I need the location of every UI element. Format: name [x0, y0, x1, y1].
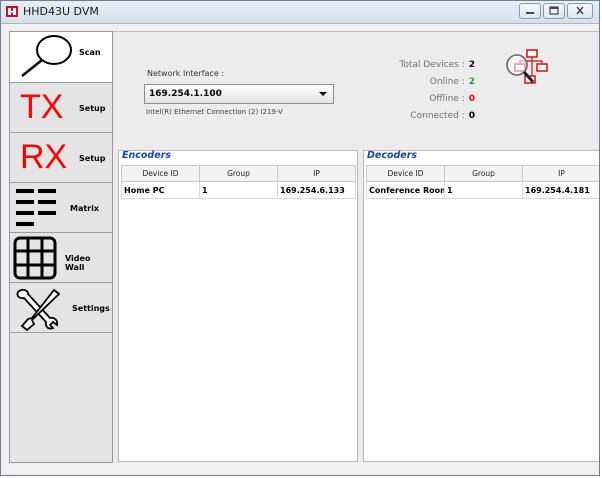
encoders-panel: Encoders Device ID Group IP Home PC 1 16…	[118, 150, 358, 462]
column-header-device-id[interactable]: Device ID	[366, 165, 445, 182]
title-bar: HHD43U DVM	[1, 1, 599, 24]
cell-group: 1	[444, 181, 523, 199]
table-header-row: Device ID Group IP	[366, 165, 599, 182]
video-wall-grid-icon	[13, 236, 57, 280]
cell-ip: 169.254.6.133	[277, 181, 356, 199]
sidebar-item-label: Setup	[79, 104, 106, 113]
decoders-panel: Decoders Device ID Group IP Conference R…	[363, 150, 599, 462]
sidebar-item-matrix[interactable]: Matrix	[10, 183, 112, 233]
column-header-ip[interactable]: IP	[522, 165, 599, 182]
network-interface-label: Network Interface :	[147, 69, 224, 78]
sidebar-item-label: Video Wall	[65, 254, 91, 272]
window-controls	[519, 3, 593, 19]
maximize-icon	[549, 6, 559, 15]
cell-group: 1	[199, 181, 278, 199]
total-devices: Total Devices :2	[399, 60, 475, 70]
decoders-title: Decoders	[367, 150, 418, 161]
sidebar-item-tx-setup[interactable]: TX Setup	[10, 83, 112, 133]
status-bar	[1, 463, 599, 475]
sidebar-item-scan[interactable]: Scan	[10, 32, 112, 83]
sidebar-item-label: Setup	[79, 154, 106, 163]
online-label: Online :	[429, 77, 465, 87]
encoders-title: Encoders	[122, 150, 171, 161]
connected-value: 0	[468, 111, 475, 121]
encoders-table: Device ID Group IP Home PC 1 169.254.6.1…	[121, 165, 356, 199]
sidebar-item-label: Matrix	[70, 204, 100, 213]
table-header-row: Device ID Group IP	[121, 165, 356, 182]
offline-value: 0	[468, 94, 475, 104]
table-row[interactable]: Conference Room 1 169.254.4.181	[366, 181, 599, 199]
minimize-icon	[526, 12, 534, 14]
network-interface-select[interactable]: 169.254.1.100	[144, 84, 334, 104]
connected-devices: Connected :0	[410, 111, 475, 121]
cell-device-id: Conference Room	[366, 181, 445, 199]
chevron-down-icon	[319, 92, 327, 96]
tx-icon: TX	[20, 88, 64, 126]
connected-label: Connected :	[410, 111, 465, 121]
magnifier-icon	[21, 35, 72, 77]
offline-devices: Offline :0	[429, 94, 475, 104]
minimize-button[interactable]	[519, 3, 541, 19]
table-row[interactable]: Home PC 1 169.254.6.133	[121, 181, 356, 199]
sidebar-item-rx-setup[interactable]: RX Setup	[10, 133, 112, 183]
app-window: HHD43U DVM Scan TX Setup RX Setup Matrix…	[0, 0, 600, 476]
column-header-group[interactable]: Group	[444, 165, 523, 182]
sidebar: Scan TX Setup RX Setup Matrix Video Wall…	[9, 31, 113, 463]
main-content: Network Interface : 169.254.1.100 Intel(…	[113, 31, 599, 463]
total-devices-label: Total Devices :	[399, 60, 465, 70]
column-header-device-id[interactable]: Device ID	[121, 165, 200, 182]
total-devices-value: 2	[468, 60, 475, 70]
column-header-ip[interactable]: IP	[277, 165, 356, 182]
cell-device-id: Home PC	[121, 181, 200, 199]
close-button[interactable]	[567, 3, 593, 19]
maximize-button[interactable]	[543, 3, 565, 19]
rx-icon: RX	[20, 138, 68, 176]
matrix-lines-icon	[16, 189, 56, 226]
network-interface-value: 169.254.1.100	[149, 89, 222, 99]
sidebar-item-settings[interactable]: Settings	[10, 283, 112, 333]
sidebar-item-label: Scan	[79, 48, 101, 57]
window-title: HHD43U DVM	[23, 5, 99, 18]
cell-ip: 169.254.4.181	[522, 181, 599, 199]
offline-label: Offline :	[429, 94, 465, 104]
sidebar-item-label: Settings	[72, 304, 110, 313]
sidebar-item-video-wall[interactable]: Video Wall	[10, 233, 112, 283]
network-interface-description: Intel(R) Ethernet Connection (2) I219-V	[146, 108, 283, 116]
online-value: 2	[468, 77, 475, 87]
decoders-table: Device ID Group IP Conference Room 1 169…	[366, 165, 599, 199]
network-scan-icon[interactable]	[505, 48, 551, 90]
close-icon	[576, 6, 584, 15]
app-logo-icon	[6, 6, 18, 17]
online-devices: Online :2	[430, 77, 475, 87]
column-header-group[interactable]: Group	[199, 165, 278, 182]
tools-icon	[16, 288, 61, 332]
